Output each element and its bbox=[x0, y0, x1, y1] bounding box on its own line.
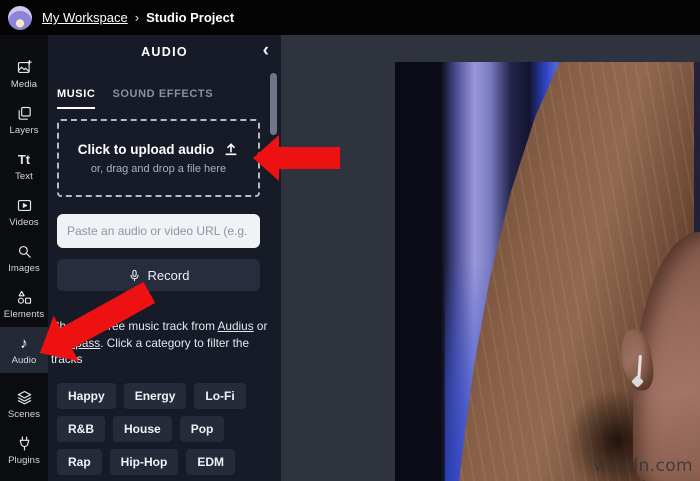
record-label: Record bbox=[148, 268, 190, 283]
app-window: My Workspace › Studio Project Media Layer… bbox=[0, 0, 700, 481]
category-happy[interactable]: Happy bbox=[57, 383, 116, 409]
highpass-link[interactable]: Highpass bbox=[51, 336, 100, 350]
category-house[interactable]: House bbox=[113, 416, 172, 442]
editor-canvas: wsxdn.com bbox=[281, 35, 700, 481]
panel-scrollbar[interactable] bbox=[270, 73, 277, 135]
category-energy[interactable]: Energy bbox=[124, 383, 187, 409]
category-pop[interactable]: Pop bbox=[180, 416, 225, 442]
sidebar-item-label: Text bbox=[15, 171, 33, 182]
text-icon: Tt bbox=[18, 150, 30, 168]
sidebar-item-label: Media bbox=[11, 79, 37, 90]
sidebar-item-label: Audio bbox=[12, 355, 37, 366]
tab-sound-effects[interactable]: SOUND EFFECTS bbox=[112, 88, 213, 109]
sidebar-item-text[interactable]: Tt Text bbox=[0, 143, 48, 189]
scenes-icon bbox=[16, 388, 33, 406]
category-lo-fi[interactable]: Lo-Fi bbox=[194, 383, 245, 409]
audio-panel: AUDIO ‹ MUSIC SOUND EFFECTS Click to upl… bbox=[48, 35, 281, 481]
category-filters: Happy Energy Lo-Fi R&B House Pop Rap Hip-Hop EDM bbox=[57, 383, 263, 475]
library-description: Choose a free music track from Audius or… bbox=[51, 318, 270, 368]
collapse-panel-icon[interactable]: ‹ bbox=[259, 41, 273, 60]
audius-link[interactable]: Audius bbox=[218, 319, 254, 333]
video-preview[interactable]: wsxdn.com bbox=[395, 62, 700, 481]
sidebar-item-label: Elements bbox=[4, 309, 44, 320]
sidebar-item-audio[interactable]: ♪ Audio bbox=[0, 327, 48, 373]
plugins-icon bbox=[16, 434, 33, 452]
sidebar-item-label: Plugins bbox=[8, 455, 40, 466]
media-icon bbox=[16, 58, 33, 76]
sidebar-item-label: Scenes bbox=[8, 409, 40, 420]
images-icon bbox=[16, 242, 33, 260]
audio-url-input[interactable] bbox=[57, 214, 260, 248]
tab-music[interactable]: MUSIC bbox=[57, 88, 95, 109]
upload-subtitle: or, drag and drop a file here bbox=[91, 163, 226, 175]
sidebar-item-label: Videos bbox=[9, 217, 38, 228]
top-bar: My Workspace › Studio Project bbox=[0, 0, 700, 35]
watermark-text: wsxdn.com bbox=[593, 456, 693, 476]
sidebar-item-layers[interactable]: Layers bbox=[0, 97, 48, 143]
sidebar-item-videos[interactable]: Videos bbox=[0, 189, 48, 235]
category-hip-hop[interactable]: Hip-Hop bbox=[110, 449, 179, 475]
upload-title: Click to upload audio bbox=[78, 142, 215, 157]
breadcrumb-separator: › bbox=[135, 10, 139, 25]
upload-audio-dropzone[interactable]: Click to upload audio or, drag and drop … bbox=[57, 119, 260, 197]
panel-tabs: MUSIC SOUND EFFECTS bbox=[57, 88, 213, 109]
sidebar-item-elements[interactable]: Elements bbox=[0, 281, 48, 327]
sidebar-item-label: Layers bbox=[9, 125, 38, 136]
breadcrumb-workspace-link[interactable]: My Workspace bbox=[42, 10, 128, 25]
record-button[interactable]: Record bbox=[57, 259, 260, 291]
audio-icon: ♪ bbox=[20, 334, 28, 352]
category-r&b[interactable]: R&B bbox=[57, 416, 105, 442]
sidebar-item-label: Images bbox=[8, 263, 40, 274]
sidebar-item-scenes[interactable]: Scenes bbox=[0, 381, 48, 427]
layers-icon bbox=[16, 104, 33, 122]
microphone-icon bbox=[128, 268, 141, 283]
upload-icon bbox=[223, 141, 239, 157]
breadcrumb-project-title: Studio Project bbox=[146, 10, 234, 25]
sidebar-item-media[interactable]: Media bbox=[0, 51, 48, 97]
panel-title: AUDIO bbox=[48, 45, 281, 59]
sidebar-item-plugins[interactable]: Plugins bbox=[0, 427, 48, 473]
videos-icon bbox=[16, 196, 33, 214]
background-edge bbox=[694, 62, 700, 242]
app-logo[interactable] bbox=[8, 6, 32, 30]
elements-icon bbox=[16, 288, 33, 306]
sidebar: Media Layers Tt Text Videos Images Elements ♪ Au… bbox=[0, 35, 48, 481]
category-edm[interactable]: EDM bbox=[186, 449, 235, 475]
category-rap[interactable]: Rap bbox=[57, 449, 102, 475]
sidebar-item-images[interactable]: Images bbox=[0, 235, 48, 281]
